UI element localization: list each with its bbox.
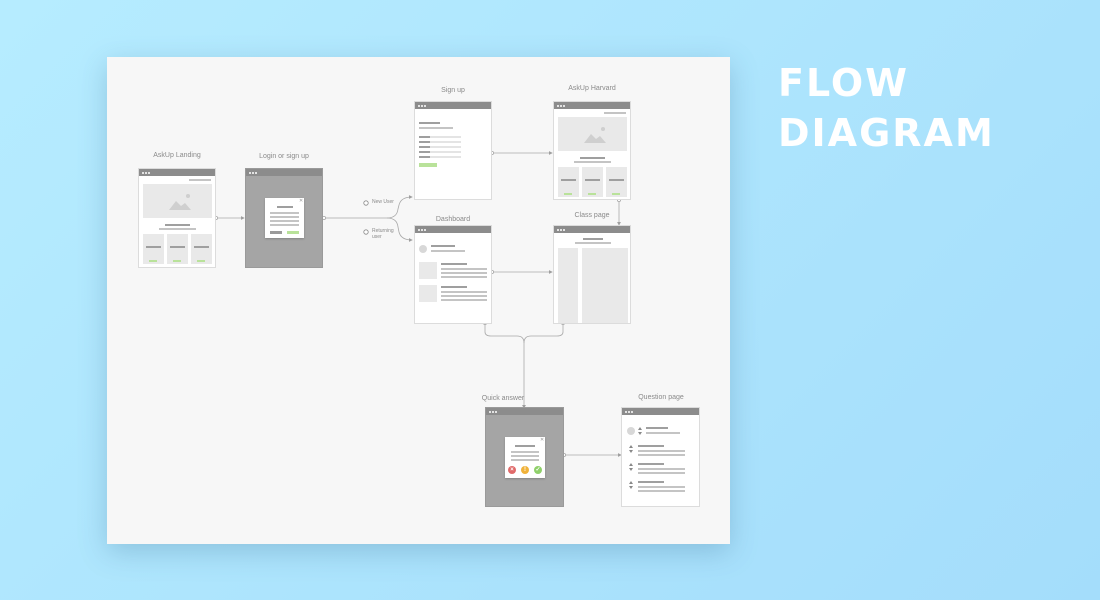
avatar-icon	[419, 245, 427, 253]
node-label-signup: Sign up	[441, 87, 465, 94]
node-signup[interactable]	[414, 101, 492, 200]
heading-line-2: DIAGRAM	[778, 111, 995, 155]
avatar-icon	[627, 427, 635, 435]
node-label-quick-answer: Quick answer	[481, 395, 525, 402]
node-label-dashboard: Dashboard	[435, 216, 471, 223]
answer-no-icon[interactable]: ×	[508, 466, 516, 474]
vote-arrows-icon[interactable]	[628, 463, 634, 471]
image-placeholder-icon	[558, 117, 627, 151]
image-placeholder-icon	[143, 184, 212, 218]
flow-canvas: New User Returning user AskUp Landing Lo…	[107, 57, 730, 544]
node-landing[interactable]	[138, 168, 216, 268]
node-label-landing: AskUp Landing	[153, 152, 201, 159]
node-dashboard[interactable]	[414, 225, 492, 324]
node-label-harvard: AskUp Harvard	[568, 85, 616, 92]
heading-line-1: FLOW	[778, 61, 910, 105]
node-label-login: Login or sign up	[259, 153, 309, 160]
answer-yes-icon[interactable]: ✓	[534, 466, 542, 474]
vote-arrows-icon[interactable]	[628, 445, 634, 453]
node-login[interactable]: ✕	[245, 168, 323, 268]
node-quick-answer[interactable]: ✕ × ! ✓	[485, 407, 564, 507]
vote-arrows-icon[interactable]	[637, 427, 643, 435]
branch-label-new-user: New User	[372, 199, 394, 205]
vote-arrows-icon[interactable]	[628, 481, 634, 489]
quick-answer-modal: ✕ × ! ✓	[505, 437, 545, 478]
close-icon[interactable]: ✕	[540, 438, 544, 443]
node-question-page[interactable]	[621, 407, 700, 507]
node-label-class-page: Class page	[574, 212, 610, 219]
branch-label-returning-user: Returning user	[372, 228, 394, 240]
connector-class-merge	[523, 323, 564, 344]
login-modal: ✕	[265, 198, 304, 238]
node-label-question-page: Question page	[638, 394, 684, 401]
image-placeholder-icon	[419, 285, 437, 302]
answer-maybe-icon[interactable]: !	[521, 466, 529, 474]
node-class-page[interactable]	[553, 225, 631, 324]
close-icon[interactable]: ✕	[299, 199, 303, 204]
image-placeholder-icon	[419, 262, 437, 279]
node-harvard[interactable]	[553, 101, 631, 200]
connector-login-signup	[324, 195, 413, 219]
